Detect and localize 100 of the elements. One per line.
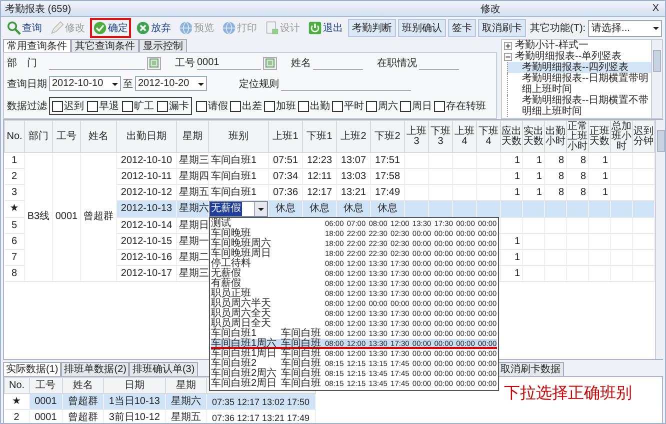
date-field[interactable]: 2012-10-10 bbox=[49, 76, 121, 91]
search-icon bbox=[7, 21, 21, 35]
toolbar-button[interactable]: 取消刷卡 bbox=[478, 19, 526, 37]
tab[interactable]: 实际数据(1) bbox=[3, 362, 62, 376]
column-header[interactable]: 上班3 bbox=[404, 120, 428, 152]
table-row[interactable]: 2 0001 曾超群 3前日10-12 星期五 07:36 12:17 13:21 17:49 bbox=[4, 410, 316, 423]
column-header[interactable]: No. bbox=[4, 378, 30, 394]
toolbar-button[interactable]: 考勤判断 bbox=[348, 19, 396, 37]
checkbox[interactable] bbox=[298, 100, 309, 112]
tab[interactable]: 排班单数据(2) bbox=[61, 362, 130, 376]
table-cell: 休息 bbox=[336, 200, 370, 218]
table-cell: 0001 bbox=[52, 152, 80, 282]
tab[interactable]: 其它查询条件 bbox=[71, 39, 139, 52]
column-header[interactable]: 部门 bbox=[24, 120, 52, 152]
column-header[interactable]: 星期 bbox=[165, 378, 206, 394]
column-header[interactable]: 姓名 bbox=[80, 120, 116, 152]
table-row[interactable]: ★ 0001 曾超群 1当日10-13 星期六 07:35 12:17 13:02 17:50 bbox=[4, 394, 316, 410]
tab[interactable]: 排班确认单(3) bbox=[129, 362, 198, 376]
checkbox-label: 出勤 bbox=[310, 100, 330, 113]
table-cell: 星期六 bbox=[165, 394, 206, 410]
field-label: 查询日期 bbox=[7, 78, 47, 90]
lookup-button[interactable] bbox=[263, 56, 277, 70]
table-cell: 1 bbox=[522, 168, 544, 184]
tab[interactable]: 显示控制 bbox=[139, 39, 187, 52]
column-header[interactable]: 上班1 bbox=[268, 120, 302, 152]
checkbox[interactable] bbox=[366, 100, 377, 112]
checkbox[interactable] bbox=[157, 100, 168, 112]
table-cell: 1 bbox=[500, 234, 522, 250]
column-header[interactable]: No. bbox=[4, 120, 24, 152]
table-cell: 8 bbox=[566, 152, 588, 168]
collapse-icon[interactable] bbox=[504, 52, 512, 60]
checkbox[interactable] bbox=[122, 100, 133, 112]
table-cell: 07:51 bbox=[268, 152, 302, 168]
checkbox[interactable] bbox=[52, 100, 63, 112]
toolbar-button[interactable]: 签卡 bbox=[448, 19, 476, 37]
checkbox[interactable] bbox=[196, 100, 207, 112]
checkbox-label: 出差 bbox=[242, 100, 262, 113]
checkbox[interactable] bbox=[230, 100, 241, 112]
date-field[interactable]: 2012-10-20 bbox=[135, 76, 207, 91]
column-header[interactable]: 工号 bbox=[52, 120, 80, 152]
power-icon bbox=[308, 21, 322, 35]
column-header[interactable]: 上班2 bbox=[336, 120, 370, 152]
toolbar-button[interactable]: 确定 bbox=[90, 18, 131, 38]
checkbox[interactable] bbox=[434, 100, 445, 112]
toolbar-button[interactable]: 放弃 bbox=[133, 18, 174, 38]
checkbox[interactable] bbox=[87, 100, 98, 112]
toolbar-button[interactable]: 查询 bbox=[4, 18, 45, 38]
column-header[interactable]: 出勤日期 bbox=[116, 120, 176, 152]
cross-icon bbox=[136, 21, 150, 35]
checkbox[interactable] bbox=[264, 100, 275, 112]
column-header[interactable]: 下班2 bbox=[370, 120, 404, 152]
column-header[interactable]: 正班天数 bbox=[588, 120, 610, 152]
column-header[interactable]: 下班1 bbox=[302, 120, 336, 152]
table-cell: 休息 bbox=[302, 200, 336, 218]
table-cell: 1 bbox=[500, 266, 522, 282]
window-title: 考勤报表 (659) bbox=[5, 2, 72, 16]
tree-item[interactable]: 考勤明细报表--四列竖表 bbox=[507, 62, 651, 73]
column-header[interactable]: 下班4 bbox=[476, 120, 500, 152]
column-header[interactable]: 迟到分钟 bbox=[632, 120, 654, 152]
toolbar-button[interactable]: 退出 bbox=[305, 18, 346, 38]
column-header[interactable]: 日期 bbox=[103, 378, 166, 394]
table-cell: 2012-10-13 bbox=[116, 200, 176, 218]
shift-combobox[interactable]: 无薪假 bbox=[209, 201, 268, 217]
tab[interactable]: 取消刷卡数据 bbox=[498, 362, 564, 376]
column-header[interactable]: 应出天数 bbox=[500, 120, 522, 152]
scrollbar[interactable] bbox=[651, 40, 662, 118]
table-cell: 1 bbox=[588, 168, 610, 184]
table-cell: 星期五 bbox=[165, 410, 206, 423]
row-marker[interactable]: ★ bbox=[4, 200, 24, 218]
table-cell: 曾超群 bbox=[62, 410, 104, 423]
table-cell: 曾超群 bbox=[80, 152, 116, 282]
checkbox[interactable] bbox=[400, 100, 411, 112]
column-header[interactable]: 下班3 bbox=[428, 120, 452, 152]
close-button[interactable]: X bbox=[650, 3, 661, 14]
checkbox[interactable] bbox=[332, 100, 343, 112]
employee-id-field[interactable]: 0001 bbox=[197, 56, 261, 70]
column-header[interactable]: 正常上班小时 bbox=[566, 120, 588, 152]
scrollbar[interactable] bbox=[655, 120, 665, 359]
column-header[interactable]: 工号 bbox=[29, 378, 62, 394]
table-cell: 星期日 bbox=[176, 218, 208, 234]
tree-item[interactable]: 考勤小计-样式一 bbox=[502, 40, 651, 51]
column-header[interactable]: 班别 bbox=[208, 120, 268, 152]
table-cell: 星期三 bbox=[176, 152, 208, 168]
column-header[interactable]: 星期 bbox=[176, 120, 208, 152]
column-header[interactable]: 姓名 bbox=[62, 378, 104, 394]
table-cell: 星期一 bbox=[176, 234, 208, 250]
function-select[interactable]: 请选择... bbox=[588, 20, 662, 36]
lookup-button[interactable] bbox=[147, 56, 161, 70]
tab[interactable]: 常用查询条件 bbox=[3, 39, 71, 52]
tree-item[interactable]: 考勤明细报表--单列竖表 bbox=[502, 51, 651, 62]
column-header[interactable]: 实出天数 bbox=[522, 120, 544, 152]
expand-icon[interactable] bbox=[504, 42, 512, 50]
toolbar-button[interactable]: 班别确认 bbox=[398, 19, 446, 37]
column-header[interactable]: 上班4 bbox=[452, 120, 476, 152]
globe-icon bbox=[179, 21, 193, 35]
column-header[interactable]: 总加班小时 bbox=[610, 120, 632, 152]
table-cell: 12:23 bbox=[302, 152, 336, 168]
table-cell: 8 bbox=[544, 168, 566, 184]
column-header[interactable]: 出勤小时 bbox=[544, 120, 566, 152]
table-cell: 2012-10-17 bbox=[116, 266, 176, 282]
